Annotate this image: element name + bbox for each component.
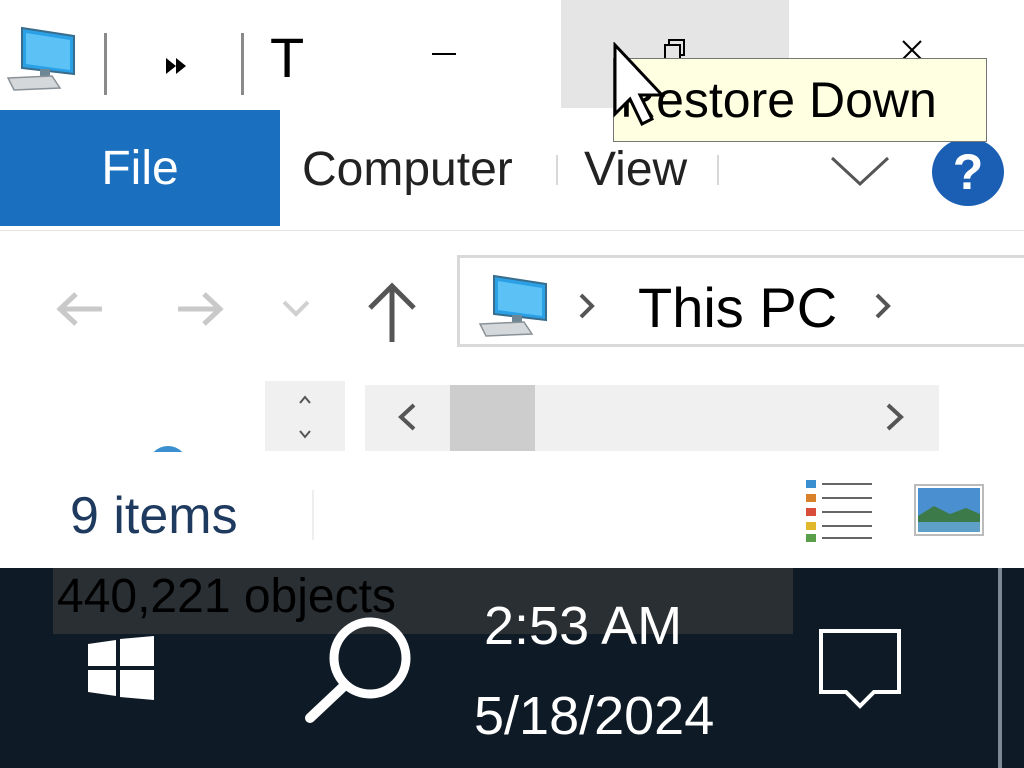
status-item-count: 9 items (70, 487, 238, 545)
breadcrumb-this-pc[interactable]: This PC (638, 278, 837, 338)
details-view-icon[interactable] (802, 476, 874, 544)
breadcrumb-chevron-icon[interactable] (872, 290, 894, 322)
vertical-spin-scroller[interactable] (265, 381, 345, 451)
arrow-left-icon[interactable] (56, 290, 106, 328)
arrow-up-icon[interactable] (364, 280, 420, 344)
tab-computer[interactable]: Computer (302, 135, 513, 205)
status-separator (312, 490, 314, 540)
help-button[interactable]: ? (932, 138, 1004, 206)
minimize-button[interactable] (338, 0, 550, 108)
minimize-icon (432, 53, 456, 55)
breadcrumb-chevron-icon[interactable] (576, 290, 598, 322)
chevron-down-icon[interactable] (295, 427, 315, 441)
restore-down-tooltip: Restore Down (613, 58, 987, 142)
expand-ribbon-chevron-icon[interactable] (828, 150, 892, 190)
network-icon (146, 444, 190, 452)
clock-date[interactable]: 5/18/2024 (474, 686, 734, 746)
this-pc-icon[interactable] (4, 22, 78, 92)
mouse-cursor-icon (612, 41, 668, 127)
tab-view[interactable]: View (584, 135, 687, 205)
toolbar-separator (104, 33, 107, 95)
toolbar-separator (241, 33, 244, 95)
arrow-right-icon[interactable] (174, 290, 224, 328)
windows-logo-icon[interactable] (88, 636, 154, 700)
action-center-icon[interactable] (818, 628, 902, 710)
tab-separator (717, 155, 719, 185)
this-pc-icon (476, 272, 550, 338)
horizontal-scroll-thumb[interactable] (450, 385, 535, 451)
chevron-down-icon[interactable] (280, 298, 312, 318)
taskbar-edge (998, 568, 1002, 768)
tab-separator (556, 155, 558, 185)
large-icons-view-icon[interactable] (914, 484, 984, 536)
tab-file[interactable]: File (0, 110, 280, 226)
chevron-up-icon[interactable] (295, 393, 315, 407)
window-title: T (270, 26, 305, 89)
double-chevron-right-icon[interactable] (160, 52, 190, 80)
scroll-right-icon[interactable] (882, 400, 908, 434)
scroll-left-icon[interactable] (394, 400, 420, 434)
ribbon-divider (0, 230, 1024, 231)
search-icon[interactable] (300, 612, 420, 724)
clock-time[interactable]: 2:53 AM (484, 596, 682, 656)
